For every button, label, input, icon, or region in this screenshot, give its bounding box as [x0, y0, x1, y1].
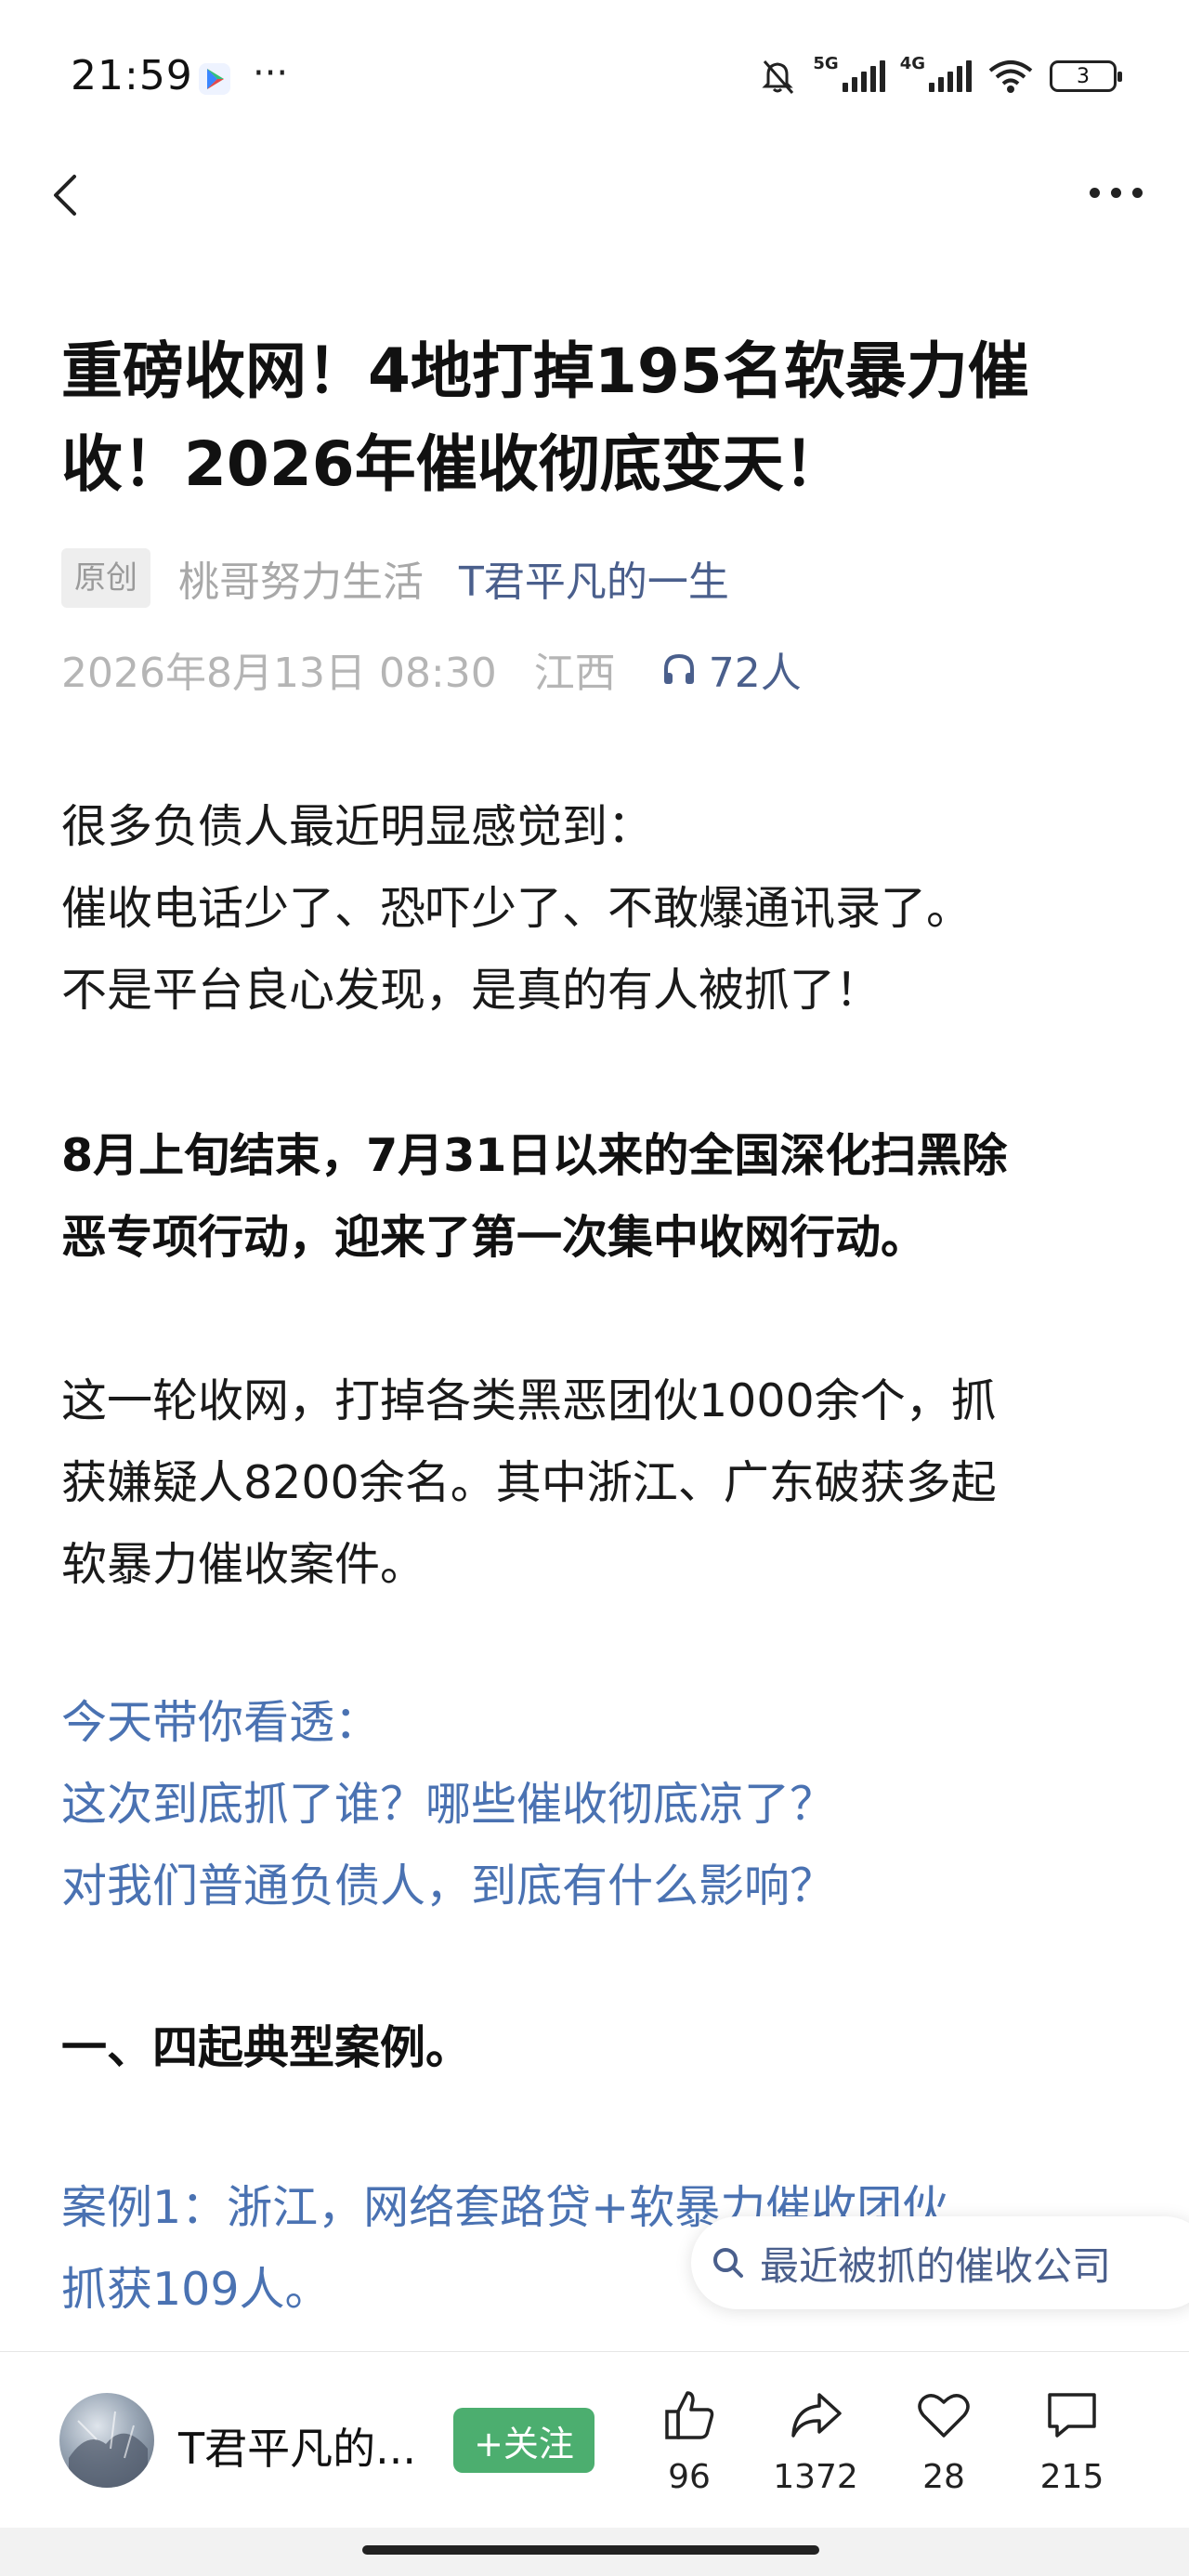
heart-icon [918, 2394, 970, 2438]
paragraph-bold: 8月上旬结束，7月31日以来的全国深化扫黑除 恶专项行动，迎来了第一次集中收网行… [61, 1115, 1139, 1279]
paragraph-highlight: 今天带你看透： 这次到底抓了谁？哪些催收彻底凉了？ 对我们普通负债人，到底有什么… [61, 1682, 1139, 1927]
article-meta: 原创 桃哥努力生活 T君平凡的一生 [61, 548, 729, 608]
like-count: 96 [668, 2458, 711, 2496]
battery-level: 3 [1077, 64, 1090, 88]
status-indicators: 5G 4G 3 [757, 53, 1122, 99]
publish-date: 2026年8月13日 08:30 [61, 650, 497, 697]
paragraph: 很多负债人最近明显感觉到： 催收电话少了、恐吓少了、不敢爆通讯录了。 不是平台良… [61, 786, 1139, 1032]
paragraph-line: 催收电话少了、恐吓少了、不敢爆通讯录了。 [61, 882, 973, 935]
author-name: 桃哥努力生活 [178, 559, 424, 606]
like-button[interactable]: 96 [634, 2385, 745, 2496]
more-options-icon[interactable] [1090, 188, 1143, 198]
share-arrow-icon [791, 2393, 842, 2438]
listener-count: 72人 [708, 650, 802, 697]
sim1-signal-icon [842, 60, 885, 92]
paragraph-line: 今天带你看透： [61, 1696, 381, 1749]
paragraph-line: 软暴力催收案件。 [61, 1538, 426, 1591]
section-heading-text: 一、四起典型案例。 [61, 2021, 472, 2074]
favorite-button[interactable]: 28 [888, 2385, 1000, 2496]
follow-button[interactable]: +关注 [453, 2408, 594, 2473]
avatar[interactable] [59, 2393, 154, 2488]
account-link[interactable]: T君平凡的一生 [459, 548, 729, 608]
paragraph-line: 获嫌疑人8200余名。其中浙江、广东破获多起 [61, 1456, 997, 1509]
sim1-network-label: 5G [813, 53, 839, 73]
paragraph-line: 这一轮收网，打掉各类黑恶团伙1000余个，抓 [61, 1374, 997, 1427]
share-count: 1372 [773, 2458, 858, 2496]
headphones-icon [663, 653, 694, 684]
battery-icon: 3 [1050, 60, 1122, 92]
notification-more-icon: ··· [253, 52, 289, 95]
paragraph-line: 不是平台良心发现，是真的有人被抓了！ [61, 964, 882, 1017]
top-nav [0, 149, 1189, 242]
sim2-network-label: 4G [899, 53, 925, 73]
section-heading: 一、四起典型案例。 [61, 2007, 1139, 2089]
status-bar: 21:59 ··· 5G 4G 3 [0, 0, 1189, 158]
search-pill-text: 最近被抓的催收公司 [760, 2242, 1112, 2289]
status-time: 21:59 [71, 52, 193, 99]
paragraph-line: 恶专项行动，迎来了第一次集中收网行动。 [61, 1211, 927, 1264]
title-line: 重磅收网！4地打掉195名软暴力催 [61, 335, 1029, 407]
paragraph-line: 这次到底抓了谁？哪些催收彻底凉了？ [61, 1778, 836, 1831]
article-publish-info: 2026年8月13日 08:30 江西 72人 [61, 641, 802, 697]
home-indicator[interactable] [362, 2545, 819, 2555]
listen-button[interactable]: 72人 [659, 639, 802, 699]
wifi-icon [988, 60, 1033, 93]
title-line: 收！2026年催收彻底变天！ [61, 428, 845, 500]
mute-bell-icon [762, 60, 794, 94]
play-store-icon [199, 63, 230, 95]
paragraph-line: 对我们普通负债人，到底有什么影响？ [61, 1860, 836, 1912]
related-search-pill[interactable]: 最近被抓的催收公司 [691, 2216, 1189, 2309]
paragraph: 这一轮收网，打掉各类黑恶团伙1000余个，抓 获嫌疑人8200余名。其中浙江、广… [61, 1360, 1139, 1606]
search-icon [713, 2248, 743, 2278]
publish-location: 江西 [533, 650, 616, 697]
account-name[interactable]: T君平凡的... [178, 2415, 416, 2477]
comment-count: 215 [1039, 2458, 1104, 2496]
favorite-count: 28 [922, 2458, 965, 2496]
share-button[interactable]: 1372 [760, 2385, 871, 2496]
comment-button[interactable]: 215 [1016, 2385, 1128, 2496]
paragraph-line: 8月上旬结束，7月31日以来的全国深化扫黑除 [61, 1129, 1008, 1182]
paragraph-line: 很多负债人最近明显感觉到： [61, 800, 654, 853]
comment-icon [1048, 2393, 1096, 2438]
thumbs-up-icon [665, 2391, 714, 2439]
back-icon[interactable] [41, 167, 97, 223]
original-badge: 原创 [61, 548, 150, 608]
sim2-signal-icon [929, 60, 972, 92]
article-title: 重磅收网！4地打掉195名软暴力催 收！2026年催收彻底变天！ [61, 325, 1130, 511]
